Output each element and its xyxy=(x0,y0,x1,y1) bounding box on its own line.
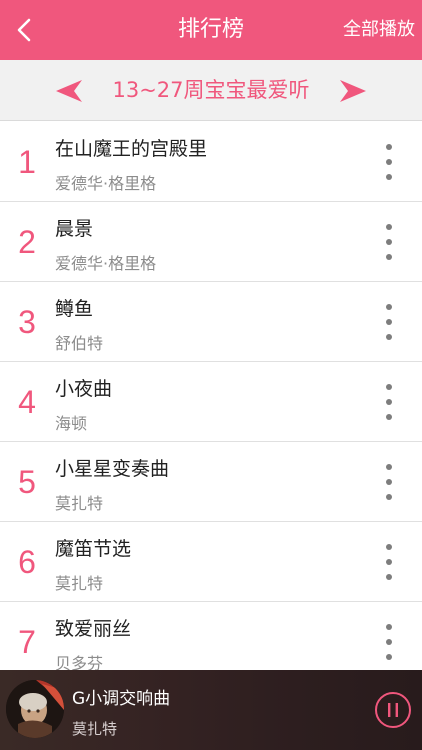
rank-number: 4 xyxy=(18,384,36,420)
rank-number: 1 xyxy=(18,144,36,180)
song-title: 魔笛节选 xyxy=(55,538,132,560)
song-row[interactable]: 1 在山魔王的宫殿里 爱德华·格里格 xyxy=(0,122,422,202)
rank-number: 6 xyxy=(18,544,36,580)
album-cover[interactable] xyxy=(6,680,64,738)
song-title: 小夜曲 xyxy=(55,378,113,400)
now-playing-bar[interactable]: G小调交响曲 莫扎特 xyxy=(0,670,422,750)
album-art-image xyxy=(6,680,64,738)
more-vertical-icon[interactable] xyxy=(374,218,404,266)
pause-circle-icon[interactable] xyxy=(374,691,412,729)
song-row[interactable]: 5 小星星变奏曲 莫扎特 xyxy=(0,442,422,522)
triangle-right-icon[interactable] xyxy=(338,79,368,103)
song-list: 1 在山魔王的宫殿里 爱德华·格里格 2 晨景 爱德华·格里格 3 鳟鱼 舒伯特… xyxy=(0,122,422,682)
song-artist: 爱德华·格里格 xyxy=(55,254,157,273)
song-title: 晨景 xyxy=(55,218,94,240)
more-vertical-icon[interactable] xyxy=(374,538,404,586)
more-vertical-icon[interactable] xyxy=(374,378,404,426)
more-vertical-icon[interactable] xyxy=(374,618,404,666)
now-playing-artist: 莫扎特 xyxy=(72,720,118,738)
more-vertical-icon[interactable] xyxy=(374,138,404,186)
more-vertical-icon[interactable] xyxy=(374,298,404,346)
header-bar: 排行榜 全部播放 xyxy=(0,0,422,60)
song-row[interactable]: 4 小夜曲 海顿 xyxy=(0,362,422,442)
song-title: 致爱丽丝 xyxy=(55,618,132,640)
triangle-left-icon[interactable] xyxy=(54,79,84,103)
now-playing-title: G小调交响曲 xyxy=(72,689,171,709)
song-row[interactable]: 6 魔笛节选 莫扎特 xyxy=(0,522,422,602)
rank-number: 2 xyxy=(18,224,36,260)
song-title: 小星星变奏曲 xyxy=(55,458,170,480)
song-artist: 海顿 xyxy=(55,414,88,433)
song-title: 鳟鱼 xyxy=(55,298,94,320)
song-artist: 舒伯特 xyxy=(55,334,104,353)
song-row[interactable]: 3 鳟鱼 舒伯特 xyxy=(0,282,422,362)
song-artist: 莫扎特 xyxy=(55,494,104,513)
song-row[interactable]: 2 晨景 爱德华·格里格 xyxy=(0,202,422,282)
song-title: 在山魔王的宫殿里 xyxy=(55,138,208,160)
chart-selector: 13~27周宝宝最爱听 xyxy=(0,60,422,121)
song-artist: 莫扎特 xyxy=(55,574,104,593)
rank-number: 5 xyxy=(18,464,36,500)
song-artist: 爱德华·格里格 xyxy=(55,174,157,193)
rank-number: 3 xyxy=(18,304,36,340)
more-vertical-icon[interactable] xyxy=(374,458,404,506)
play-all-button[interactable]: 全部播放 xyxy=(343,0,415,60)
